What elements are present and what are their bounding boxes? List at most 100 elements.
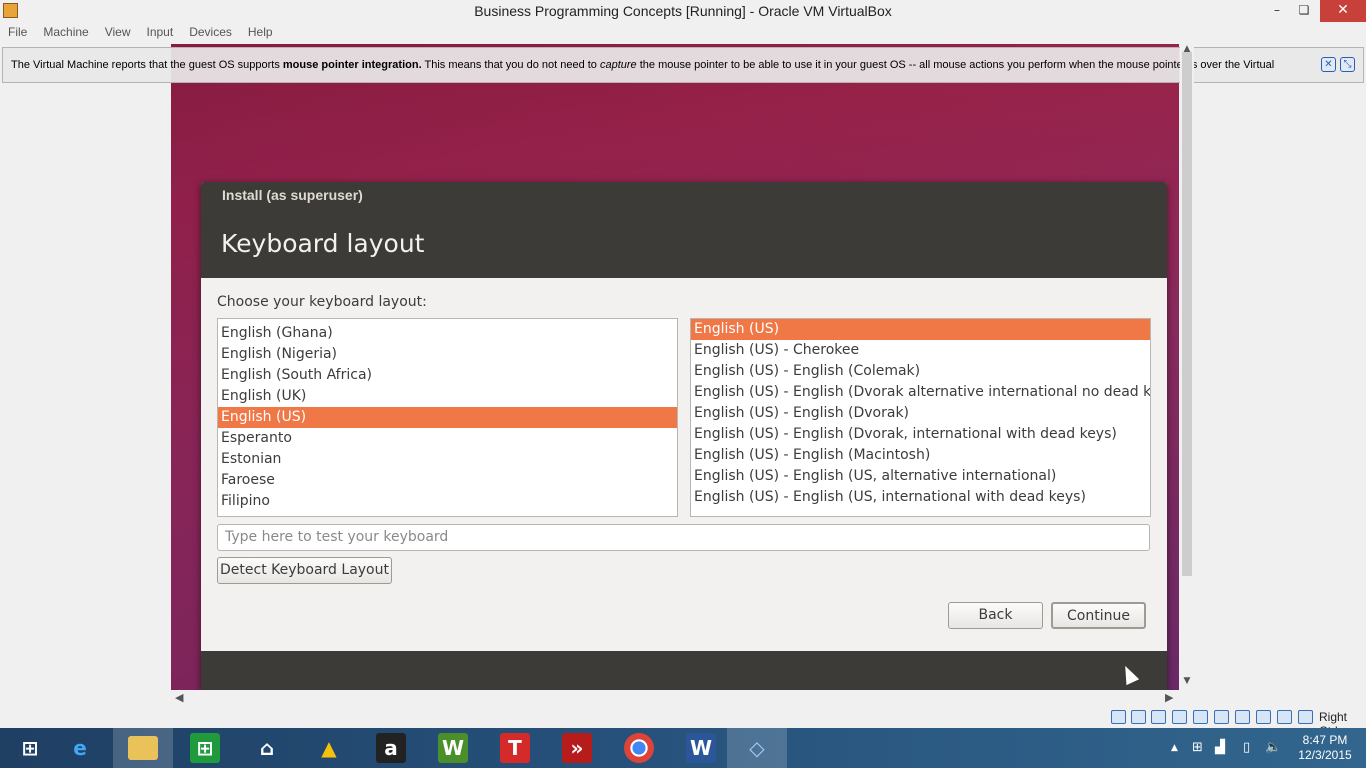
list-item[interactable]: Esperanto: [218, 428, 677, 449]
page-title: Keyboard layout: [221, 229, 425, 258]
dialog-footer: [201, 651, 1167, 690]
taskbar: ⊞ e ⊞ ⌂ ▲ a W T » W ◇ ▲ ⊞ ▟ ▯ 🔈 8:47 PM …: [0, 728, 1366, 768]
list-item[interactable]: English (US) - English (US, internationa…: [691, 487, 1150, 508]
menu-help[interactable]: Help: [240, 22, 281, 39]
list-item-selected[interactable]: English (US): [691, 319, 1150, 340]
menu-file[interactable]: File: [0, 22, 35, 39]
store-icon: ⊞: [190, 733, 220, 763]
cpu-icon[interactable]: [1277, 710, 1292, 724]
close-notification-icon[interactable]: ✕: [1321, 57, 1336, 72]
back-button[interactable]: Back: [948, 602, 1043, 629]
taskbar-home[interactable]: ⌂: [237, 728, 297, 768]
network-icon[interactable]: [1172, 710, 1187, 724]
variant-list[interactable]: English (US) English (US) - Cherokee Eng…: [690, 318, 1151, 517]
keyboard-test-input[interactable]: Type here to test your keyboard: [217, 524, 1150, 551]
scroll-right-arrow-icon[interactable]: ▶: [1165, 691, 1173, 704]
list-item[interactable]: English (US) - English (Dvorak alternati…: [691, 382, 1150, 403]
guest-display[interactable]: Install (as superuser) Keyboard layout C…: [171, 44, 1179, 690]
close-button[interactable]: ✕: [1320, 0, 1366, 22]
clock[interactable]: 8:47 PM 12/3/2015: [1294, 733, 1356, 763]
list-item[interactable]: English (US) - Cherokee: [691, 340, 1150, 361]
taskbar-word[interactable]: W: [671, 728, 731, 768]
notification-text: The Virtual Machine reports that the gue…: [11, 59, 1275, 71]
list-item-partial[interactable]: [691, 508, 1150, 516]
taskbar-internet-explorer[interactable]: e: [50, 728, 110, 768]
menu-machine[interactable]: Machine: [35, 22, 96, 39]
list-item[interactable]: Estonian: [218, 449, 677, 470]
scroll-left-arrow-icon[interactable]: ◀: [175, 691, 183, 704]
layout-list[interactable]: English (Ghana) English (Nigeria) Englis…: [217, 318, 678, 517]
minimize-button[interactable]: –: [1262, 0, 1292, 22]
window-title: Business Programming Concepts [Running] …: [474, 3, 892, 19]
installer-dialog: Install (as superuser) Keyboard layout C…: [201, 182, 1167, 690]
audio-icon[interactable]: [1151, 710, 1166, 724]
restore-button[interactable]: ❏: [1289, 0, 1319, 22]
menu-view[interactable]: View: [97, 22, 139, 39]
file-explorer-icon: [128, 736, 158, 760]
list-item[interactable]: English (US) - English (Colemak): [691, 361, 1150, 382]
chrome-icon: [624, 733, 654, 763]
list-item[interactable]: English (South Africa): [218, 365, 677, 386]
scroll-down-arrow-icon[interactable]: ▼: [1180, 676, 1194, 686]
taskbar-double-arrow-app[interactable]: »: [547, 728, 607, 768]
double-arrow-icon: »: [562, 733, 592, 763]
w-app-icon: W: [438, 733, 468, 763]
scrollbar-thumb[interactable]: [1182, 52, 1192, 576]
list-item[interactable]: English (US) - English (US, alternative …: [691, 466, 1150, 487]
continue-button[interactable]: Continue: [1051, 602, 1146, 629]
menubar: File Machine View Input Devices Help: [0, 22, 1366, 44]
taskbar-store[interactable]: ⊞: [175, 728, 235, 768]
list-item[interactable]: English (US) - English (Macintosh): [691, 445, 1150, 466]
list-item[interactable]: English (US) - English (Dvorak, internat…: [691, 424, 1150, 445]
list-item[interactable]: English (UK): [218, 386, 677, 407]
list-item[interactable]: Filipino: [218, 491, 677, 512]
battery-icon[interactable]: ▯: [1243, 740, 1250, 755]
video-capture-icon[interactable]: [1256, 710, 1271, 724]
vertical-scrollbar[interactable]: ▲ ▼: [1180, 44, 1194, 690]
list-item[interactable]: English (Ghana): [218, 323, 677, 344]
show-hidden-icons-icon[interactable]: ▲: [1171, 743, 1178, 753]
taskbar-chrome[interactable]: [609, 728, 669, 768]
taskbar-virtualbox[interactable]: ◇: [727, 728, 787, 768]
menu-devices[interactable]: Devices: [181, 22, 240, 39]
word-icon: W: [686, 733, 716, 763]
t-app-icon: T: [500, 733, 530, 763]
taskbar-t-app[interactable]: T: [485, 728, 545, 768]
hard-disk-icon[interactable]: [1111, 710, 1126, 724]
volume-icon[interactable]: 🔈: [1265, 740, 1281, 755]
shared-folders-icon[interactable]: [1214, 710, 1229, 724]
windows-logo-icon: ⊞: [21, 736, 39, 760]
display-icon[interactable]: [1235, 710, 1250, 724]
dialog-body: Choose your keyboard layout: English (Gh…: [201, 278, 1167, 651]
choose-layout-label: Choose your keyboard layout:: [217, 294, 427, 310]
menu-input[interactable]: Input: [139, 22, 182, 39]
mouse-integration-status-icon[interactable]: [1298, 710, 1313, 724]
action-center-icon[interactable]: ⊞: [1192, 740, 1203, 755]
signal-icon[interactable]: ▟: [1215, 740, 1225, 755]
list-item[interactable]: English (US) - English (Dvorak): [691, 403, 1150, 424]
home-icon: ⌂: [259, 736, 275, 760]
vm-statusbar: Right Ctrl: [0, 706, 1366, 738]
taskbar-file-explorer[interactable]: [113, 728, 173, 768]
virtualbox-icon: ◇: [749, 736, 765, 760]
list-item-selected[interactable]: English (US): [218, 407, 677, 428]
dialog-header: Install (as superuser) Keyboard layout: [201, 182, 1167, 278]
clock-time: 8:47 PM: [1302, 733, 1348, 747]
amazon-icon: a: [376, 733, 406, 763]
detect-keyboard-layout-button[interactable]: Detect Keyboard Layout: [217, 557, 392, 584]
dialog-caption: Install (as superuser): [222, 187, 363, 203]
mouse-integration-icon[interactable]: ⤡: [1340, 57, 1355, 72]
taskbar-webex[interactable]: W: [423, 728, 483, 768]
window-titlebar: Business Programming Concepts [Running] …: [0, 0, 1366, 22]
optical-drive-icon[interactable]: [1131, 710, 1146, 724]
clock-date: 12/3/2015: [1298, 748, 1352, 762]
taskbar-google-drive[interactable]: ▲: [299, 728, 359, 768]
horizontal-scrollbar[interactable]: ◀ ▶: [171, 690, 1179, 706]
google-drive-icon: ▲: [321, 736, 337, 760]
list-item[interactable]: Faroese: [218, 470, 677, 491]
list-item[interactable]: English (Nigeria): [218, 344, 677, 365]
mouse-integration-notification: The Virtual Machine reports that the gue…: [2, 47, 1364, 83]
usb-icon[interactable]: [1193, 710, 1208, 724]
internet-explorer-icon: e: [73, 736, 87, 760]
taskbar-amazon[interactable]: a: [361, 728, 421, 768]
